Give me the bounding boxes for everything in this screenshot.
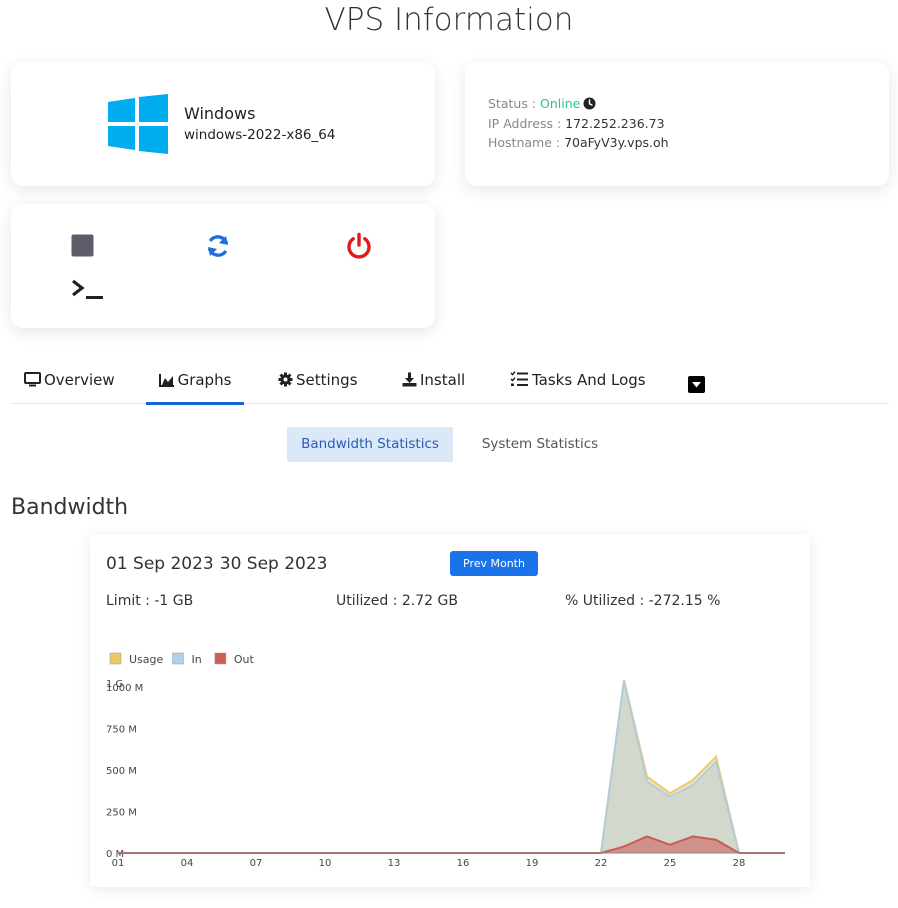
subtab-bandwidth-statistics[interactable]: Bandwidth Statistics xyxy=(287,427,453,462)
terminal-icon xyxy=(72,279,103,299)
hostname-label: Hostname : xyxy=(488,135,565,150)
ip-label: IP Address : xyxy=(488,116,566,131)
tab-overview[interactable]: Overview xyxy=(24,360,115,402)
end-date: 30 Sep 2023 xyxy=(219,554,328,574)
page-title: VPS Information xyxy=(324,2,574,38)
legend-label-usage: Usage xyxy=(129,653,164,666)
y-tick-label: 750 M xyxy=(106,724,137,735)
date-range: 01 Sep 2023 30 Sep 2023 xyxy=(106,554,334,574)
x-tick-label: 28 xyxy=(733,858,746,869)
legend-label-in: In xyxy=(192,653,202,666)
bandwidth-card: 01 Sep 2023 30 Sep 2023 Prev Month Limit … xyxy=(90,535,810,887)
percent-utilized-stat: % Utilized : -272.15 % xyxy=(565,593,721,609)
tab-install[interactable]: Install xyxy=(402,360,465,402)
caret-down-icon xyxy=(692,382,701,388)
series-area-in xyxy=(118,680,785,853)
x-tick-label: 01 xyxy=(112,858,125,869)
task-list-icon xyxy=(510,371,528,386)
x-tick-label: 25 xyxy=(664,858,677,869)
gear-icon xyxy=(278,372,293,387)
power-button[interactable] xyxy=(345,232,373,264)
tab-settings[interactable]: Settings xyxy=(278,360,358,402)
x-tick-label: 07 xyxy=(250,858,263,869)
stop-button[interactable] xyxy=(71,234,94,261)
tab-settings-label: Settings xyxy=(296,371,358,389)
utilized-stat: Utilized : 2.72 GB xyxy=(336,593,458,609)
tab-overview-label: Overview xyxy=(44,371,115,389)
legend-swatch-in xyxy=(172,652,184,665)
hostname: 70aFyV3y.vps.oh xyxy=(564,135,669,150)
power-icon xyxy=(347,232,371,259)
tab-install-label: Install xyxy=(420,371,466,389)
ip-line: IP Address : 172.252.236.73 xyxy=(488,116,665,131)
status-line: Status : Online xyxy=(488,96,596,111)
hostname-line: Hostname : 70aFyV3y.vps.oh xyxy=(488,135,669,150)
os-version: windows-2022-x86_64 xyxy=(184,127,336,143)
x-tick-label: 10 xyxy=(319,858,332,869)
os-name: Windows xyxy=(184,104,256,123)
y-tick-label: 500 M xyxy=(106,766,137,777)
x-tick-label: 13 xyxy=(388,858,401,869)
legend-label-out: Out xyxy=(234,653,255,666)
y-tick-label: 1 G xyxy=(106,679,123,690)
prev-month-button[interactable]: Prev Month xyxy=(450,551,538,576)
limit-stat: Limit : -1 GB xyxy=(106,593,194,609)
area-chart-icon xyxy=(158,374,174,387)
os-card: Windows windows-2022-x86_64 xyxy=(11,62,435,186)
subtab-system-statistics[interactable]: System Statistics xyxy=(470,427,610,462)
section-heading: Bandwidth xyxy=(11,495,129,520)
legend-swatch-usage xyxy=(109,652,122,665)
refresh-icon xyxy=(207,235,229,257)
x-tick-label: 16 xyxy=(457,858,470,869)
clock-icon[interactable] xyxy=(583,97,596,110)
download-icon xyxy=(402,372,417,387)
console-button[interactable] xyxy=(71,278,104,304)
y-tick-label: 250 M xyxy=(106,807,137,818)
tab-tasks-label: Tasks And Logs xyxy=(532,371,646,389)
bandwidth-chart: Usage In Out0 M250 M500 M750 M1000 M1 G01 0… xyxy=(106,652,785,869)
power-actions-card xyxy=(11,204,435,328)
tab-graphs[interactable]: Graphs xyxy=(146,360,244,405)
tab-graphs-label: Graphs xyxy=(177,371,232,389)
restart-button[interactable] xyxy=(205,233,231,263)
x-tick-label: 04 xyxy=(181,858,194,869)
stop-icon xyxy=(71,234,94,257)
main-tabs: Overview Graphs Settings Install Tasks A… xyxy=(11,360,889,405)
tab-tasks-and-logs[interactable]: Tasks And Logs xyxy=(510,360,646,402)
legend-swatch-out xyxy=(214,652,227,665)
tabs-more-dropdown[interactable] xyxy=(688,376,705,393)
ip-address: 172.252.236.73 xyxy=(565,116,665,131)
monitor-icon xyxy=(24,372,41,387)
server-info-card: Status : Online IP Address : 172.252.236… xyxy=(465,62,889,186)
x-tick-label: 22 xyxy=(595,858,608,869)
status-badge: Online xyxy=(540,96,581,111)
windows-logo-icon xyxy=(108,94,168,154)
status-label: Status : xyxy=(488,96,540,111)
x-tick-label: 19 xyxy=(526,858,539,869)
start-date: 01 Sep 2023 xyxy=(106,554,214,574)
